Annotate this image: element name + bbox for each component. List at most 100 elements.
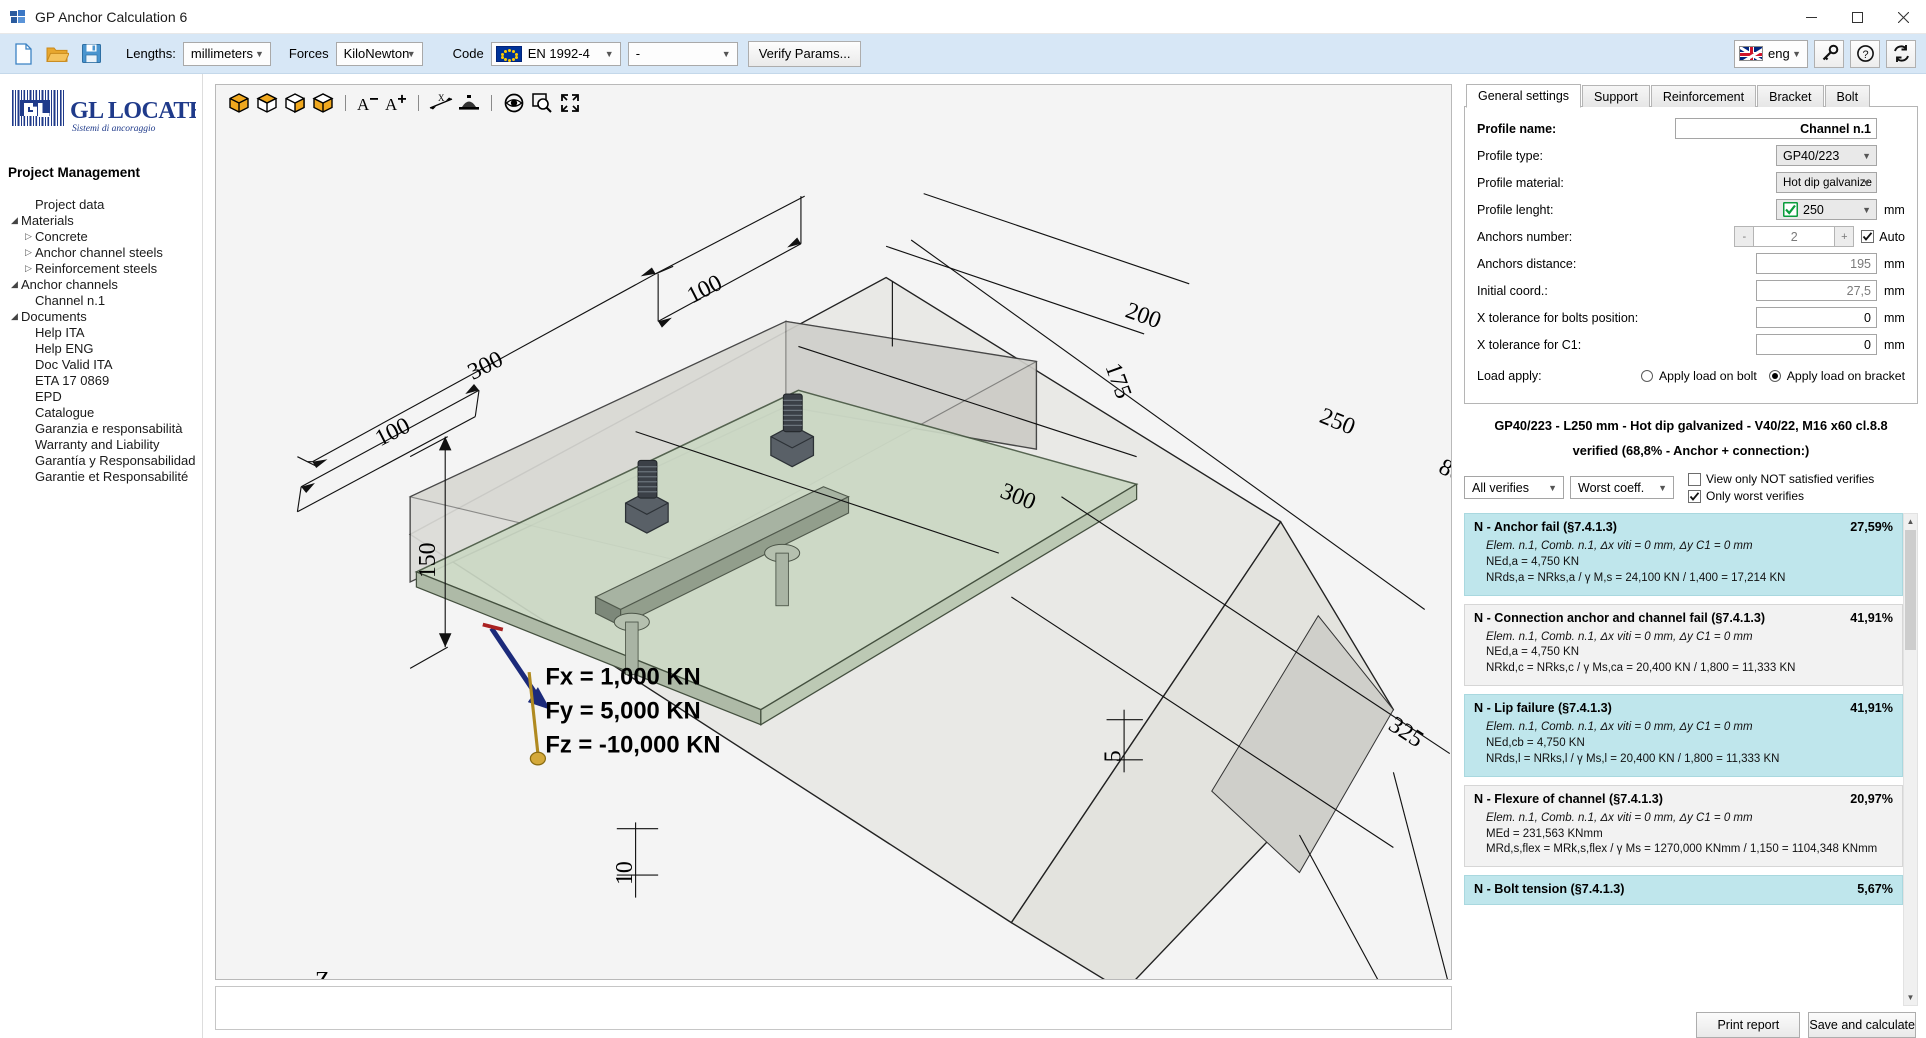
profile-type-select[interactable]: GP40/223 ▼ [1776,145,1877,166]
print-report-button[interactable]: Print report [1696,1012,1800,1038]
tab-bolt[interactable]: Bolt [1825,85,1871,107]
tab-support[interactable]: Support [1582,85,1650,107]
radio-apply-on-bracket[interactable]: Apply load on bracket [1769,369,1905,383]
tree-item-concrete[interactable]: ▷Concrete [0,228,202,244]
tree-item-materials[interactable]: ◢Materials [0,212,202,228]
anchors-distance-input[interactable]: 195 [1756,253,1877,274]
font-decrease-icon[interactable]: A [355,90,381,116]
verifies-select[interactable]: All verifies ▼ [1464,476,1564,499]
coeff-select[interactable]: Worst coeff. ▼ [1570,476,1674,499]
save-icon[interactable] [76,39,106,69]
zoom-region-icon[interactable] [529,90,555,116]
chk-not-satisfied-row[interactable]: View only NOT satisfied verifies [1688,472,1874,486]
maximize-button[interactable] [1834,0,1880,34]
drawing-canvas[interactable]: 300 100 100 150 200 175 250 800 300 350 … [216,121,1451,979]
expand-arrow-closed-icon[interactable]: ▷ [22,231,35,242]
result-card[interactable]: N - Bolt tension (§7.4.1.3)5,67% [1464,875,1903,905]
tree-item-doc-valid-ita[interactable]: Doc Valid ITA [0,356,202,372]
lengths-label: Lengths: [126,46,176,61]
forces-select[interactable]: KiloNewton ▼ [336,42,423,66]
minimize-button[interactable] [1788,0,1834,34]
tree-item-help-eng[interactable]: Help ENG [0,340,202,356]
new-file-icon[interactable] [8,39,38,69]
results-scrollbar[interactable]: ▲ ▼ [1903,513,1918,1006]
auto-checkbox[interactable] [1861,230,1874,243]
lengths-select[interactable]: millimeters ▼ [183,42,271,66]
fit-screen-icon[interactable] [557,90,583,116]
tree-item-help-ita[interactable]: Help ITA [0,324,202,340]
result-card[interactable]: N - Connection anchor and channel fail (… [1464,604,1903,687]
initial-coord-input[interactable]: 27,5 [1756,280,1877,301]
open-folder-icon[interactable] [42,39,72,69]
tree-item-epd[interactable]: EPD [0,388,202,404]
scroll-down-arrow[interactable]: ▼ [1904,990,1917,1005]
font-increase-icon[interactable]: A [383,90,409,116]
close-button[interactable] [1880,0,1926,34]
profile-length-value: 250 [1803,203,1824,217]
profile-material-select[interactable]: Hot dip galvanize ▼ [1776,172,1877,193]
code-sub-value: - [636,46,640,61]
view-iso-right-icon[interactable] [310,90,336,116]
anchors-number-decrement[interactable]: - [1734,226,1754,247]
profile-length-label: Profile lenght: [1477,203,1776,217]
x-tol-c1-input[interactable]: 0 [1756,334,1877,355]
view-iso-top-icon[interactable] [254,90,280,116]
refresh-icon[interactable] [1886,40,1916,68]
x-tol-bolts-input[interactable]: 0 [1756,307,1877,328]
tree-item-label: Project data [35,197,104,212]
tree-item-reinforcement-steels[interactable]: ▷Reinforcement steels [0,260,202,276]
language-select[interactable]: eng ▼ [1734,40,1808,68]
view-iso-outline-icon[interactable] [282,90,308,116]
profile-length-select[interactable]: 250 ▼ [1776,199,1877,220]
view-iso-filled-icon[interactable] [226,90,252,116]
code-select[interactable]: EN 1992-4 ▼ [491,42,621,66]
key-icon[interactable] [1814,40,1844,68]
chk-only-worst-row[interactable]: Only worst verifies [1688,489,1874,503]
not-satisfied-checkbox[interactable] [1688,473,1701,486]
auto-checkbox-group[interactable]: Auto [1854,230,1905,244]
tree-item-catalogue[interactable]: Catalogue [0,404,202,420]
profile-material-label: Profile material: [1477,176,1776,190]
svg-text:Sistemi di ancoraggio: Sistemi di ancoraggio [72,124,156,134]
tree-item-anchor-channels[interactable]: ◢Anchor channels [0,276,202,292]
tab-general-settings[interactable]: General settings [1466,84,1581,108]
window-title: GP Anchor Calculation 6 [35,9,187,25]
anchors-number-stepper[interactable]: - 2 + [1734,226,1854,247]
tree-item-channel-n-1[interactable]: Channel n.1 [0,292,202,308]
tree-item-anchor-channel-steels[interactable]: ▷Anchor channel steels [0,244,202,260]
expand-arrow-open-icon[interactable]: ◢ [8,311,21,322]
tree-item-warranty-and-liability[interactable]: Warranty and Liability [0,436,202,452]
only-worst-checkbox[interactable] [1688,490,1701,503]
tree-item-documents[interactable]: ◢Documents [0,308,202,324]
tree-item-garanzia-e-responsabilit[interactable]: Garanzia e responsabilità [0,420,202,436]
profile-type-value: GP40/223 [1783,149,1839,163]
anchors-number-value[interactable]: 2 [1754,226,1834,247]
tab-reinforcement[interactable]: Reinforcement [1651,85,1756,107]
scrollbar-thumb[interactable] [1905,530,1916,650]
load-icon[interactable] [456,90,482,116]
expand-arrow-open-icon[interactable]: ◢ [8,279,21,290]
result-card[interactable]: N - Flexure of channel (§7.4.1.3)20,97%E… [1464,785,1903,868]
tree-item-eta-17-0869[interactable]: ETA 17 0869 [0,372,202,388]
expand-arrow-closed-icon[interactable]: ▷ [22,263,35,274]
expand-arrow-open-icon[interactable]: ◢ [8,215,21,226]
anchors-number-increment[interactable]: + [1834,226,1854,247]
verify-params-button[interactable]: Verify Params... [748,41,862,67]
help-icon[interactable]: ? [1850,40,1880,68]
axis-x-icon[interactable]: X [428,90,454,116]
eye-icon[interactable] [501,90,527,116]
profile-name-input[interactable]: Channel n.1 [1675,118,1877,139]
scroll-up-arrow[interactable]: ▲ [1904,514,1917,529]
tree-item-project-data[interactable]: Project data [0,196,202,212]
anchors-distance-label: Anchors distance: [1477,257,1756,271]
result-card[interactable]: N - Anchor fail (§7.4.1.3)27,59%Elem. n.… [1464,513,1903,596]
save-and-calculate-button[interactable]: Save and calculate [1808,1012,1916,1038]
code-sub-select[interactable]: - ▼ [628,42,738,66]
tab-bracket[interactable]: Bracket [1757,85,1823,107]
3d-viewport[interactable]: A A [215,84,1452,980]
tree-item-garantie-et-responsabilit[interactable]: Garantie et Responsabilité [0,468,202,484]
radio-apply-on-bolt[interactable]: Apply load on bolt [1641,369,1757,383]
tree-item-garant-a-y-responsabilidad[interactable]: Garantía y Responsabilidad [0,452,202,468]
result-card[interactable]: N - Lip failure (§7.4.1.3)41,91%Elem. n.… [1464,694,1903,777]
expand-arrow-closed-icon[interactable]: ▷ [22,247,35,258]
